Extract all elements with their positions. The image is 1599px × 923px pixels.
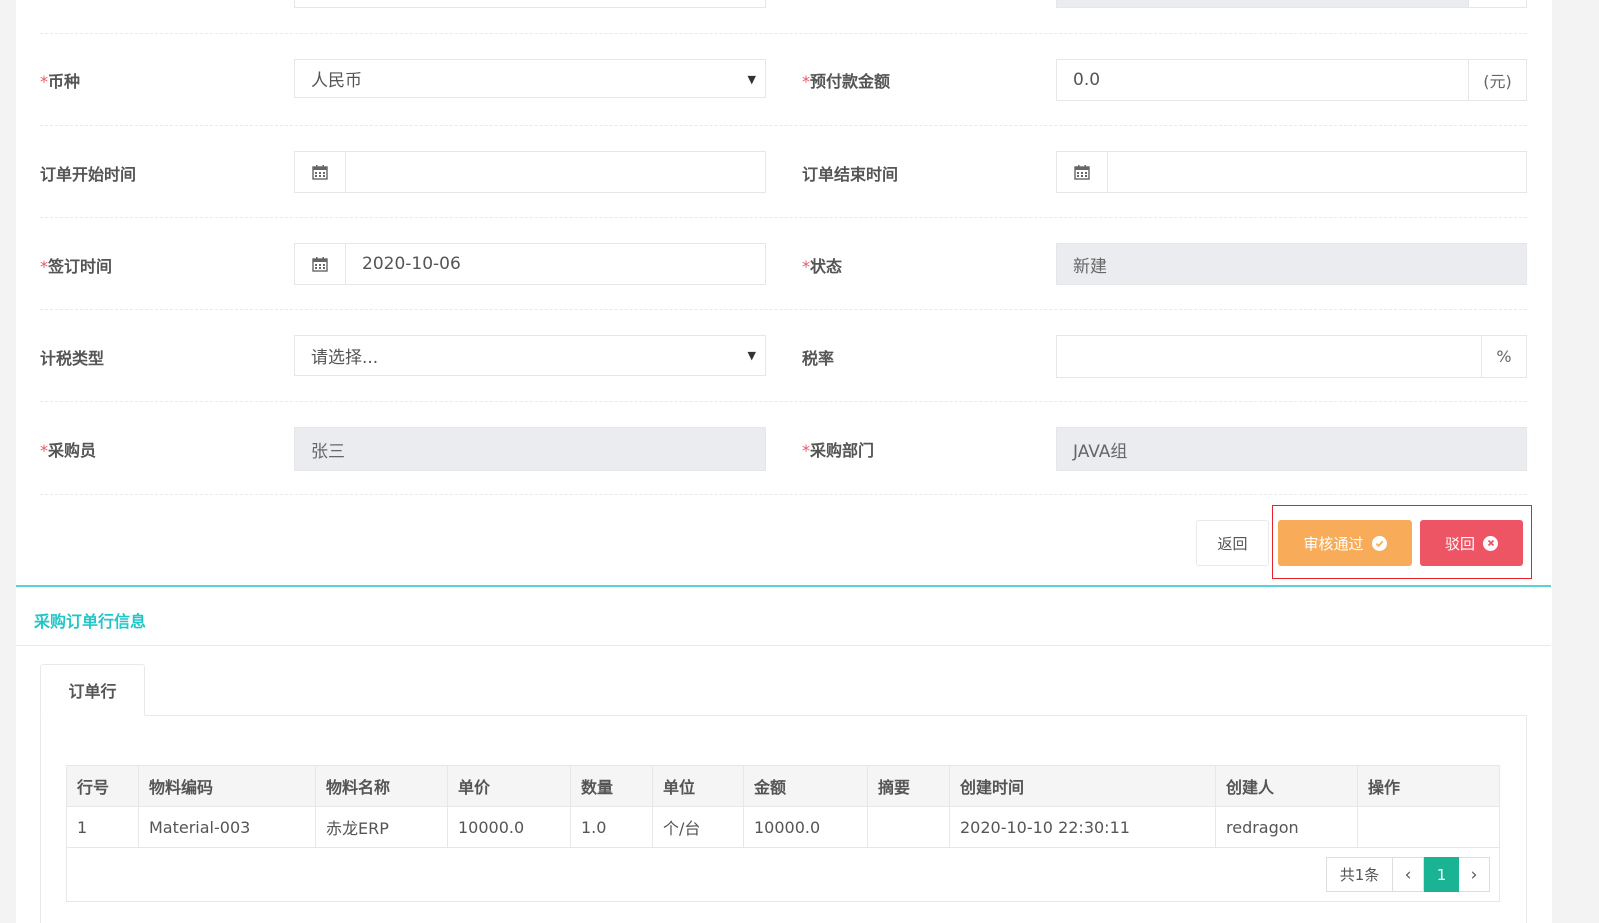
currency-label: *币种 [40, 72, 81, 91]
caret-down-icon: ▼ [747, 73, 756, 86]
table-cell: redragon [1215, 806, 1358, 848]
reject-button[interactable]: 驳回 [1420, 520, 1523, 566]
back-label: 返回 [1217, 534, 1248, 553]
prepay-label: *预付款金额 [802, 72, 891, 91]
start-time-label: 订单开始时间 [40, 165, 137, 184]
col-header[interactable]: 创建人 [1215, 765, 1358, 807]
sign-date-value: 2020-10-06 [362, 254, 461, 274]
sign-date-label: *签订时间 [40, 257, 113, 276]
pagination-next-button[interactable]: › [1459, 857, 1490, 892]
currency-select[interactable]: 人民币 ▼ [294, 59, 766, 98]
table-cell: 个/台 [652, 806, 744, 848]
tax-rate-input[interactable] [1056, 335, 1482, 378]
approve-label: 审核通过 [1303, 534, 1364, 553]
start-time-input[interactable] [345, 151, 766, 193]
col-header[interactable]: 行号 [66, 765, 139, 807]
col-header[interactable]: 金额 [743, 765, 868, 807]
sign-calendar-addon[interactable] [294, 243, 346, 285]
order-lines-table: 行号 物料编码 物料名称 单价 数量 单位 金额 摘要 创建时间 创建人 操作 … [66, 765, 1500, 848]
col-header[interactable]: 单位 [652, 765, 744, 807]
reject-label: 驳回 [1444, 534, 1475, 553]
col-header[interactable]: 摘要 [867, 765, 950, 807]
tax-type-label: 计税类型 [40, 349, 105, 368]
times-circle-icon [1483, 535, 1498, 551]
check-circle-icon [1371, 535, 1387, 551]
table-cell: 10000.0 [743, 806, 868, 848]
partial-addon-right [1468, 0, 1527, 8]
tax-rate-unit: % [1496, 347, 1512, 366]
pagination-page-1[interactable]: 1 [1424, 857, 1459, 892]
col-header[interactable]: 单价 [447, 765, 571, 807]
prepay-value: 0.0 [1073, 70, 1101, 90]
table-cell: 10000.0 [447, 806, 571, 848]
tax-rate-unit-addon: % [1481, 335, 1527, 378]
back-button[interactable]: 返回 [1196, 520, 1269, 566]
status-field: 新建 [1056, 243, 1527, 285]
end-time-input[interactable] [1107, 151, 1527, 193]
table-cell [1357, 806, 1500, 848]
table-cell: Material-003 [138, 806, 316, 848]
calendar-icon [1074, 164, 1090, 180]
section-title: 采购订单行信息 [34, 612, 147, 631]
caret-down-icon: ▼ [747, 349, 756, 362]
pagination-prev-button[interactable]: ‹ [1393, 857, 1424, 892]
col-header[interactable]: 物料名称 [315, 765, 448, 807]
pagination-total: 共1条 [1326, 857, 1393, 892]
partial-field-right[interactable] [1056, 0, 1469, 8]
table-cell: 2020-10-10 22:30:11 [949, 806, 1216, 848]
tax-type-value: 请选择... [311, 348, 379, 368]
prepay-unit-addon: (元) [1468, 59, 1527, 101]
row-divider [40, 309, 1527, 310]
tab-order-lines[interactable]: 订单行 [40, 664, 145, 716]
row-divider [40, 217, 1527, 218]
table-cell [867, 806, 950, 848]
start-calendar-addon[interactable] [294, 151, 346, 193]
tax-rate-label: 税率 [802, 349, 835, 368]
table-header-row: 行号 物料编码 物料名称 单价 数量 单位 金额 摘要 创建时间 创建人 操作 [66, 765, 1500, 807]
end-time-label: 订单结束时间 [802, 165, 899, 184]
end-calendar-addon[interactable] [1056, 151, 1108, 193]
dept-field: JAVA组 [1056, 427, 1527, 471]
table-cell: 1 [66, 806, 139, 848]
calendar-icon [312, 256, 328, 272]
status-value: 新建 [1073, 256, 1107, 277]
col-header[interactable]: 操作 [1357, 765, 1500, 807]
table-row[interactable]: 1 Material-003 赤龙ERP 10000.0 1.0 个/台 100… [66, 806, 1500, 848]
tax-type-select[interactable]: 请选择... ▼ [294, 335, 766, 376]
prepay-input[interactable]: 0.0 [1056, 59, 1469, 101]
buyer-field: 张三 [294, 427, 766, 471]
section-header-divider [16, 645, 1551, 646]
buyer-value: 张三 [311, 441, 345, 462]
table-cell: 1.0 [570, 806, 653, 848]
partial-field-left[interactable] [294, 0, 766, 8]
dept-label: *采购部门 [802, 441, 875, 460]
row-divider [40, 33, 1527, 34]
status-label: *状态 [802, 257, 843, 276]
col-header[interactable]: 物料编码 [138, 765, 316, 807]
sign-date-input[interactable]: 2020-10-06 [345, 243, 766, 285]
approve-button[interactable]: 审核通过 [1278, 520, 1412, 566]
table-cell: 赤龙ERP [315, 806, 448, 848]
col-header[interactable]: 数量 [570, 765, 653, 807]
dept-value: JAVA组 [1073, 441, 1128, 462]
row-divider [40, 401, 1527, 402]
col-header[interactable]: 创建时间 [949, 765, 1216, 807]
tab-label: 订单行 [68, 682, 117, 701]
row-divider [40, 494, 1527, 495]
row-divider [40, 125, 1527, 126]
pagination: 共1条 ‹ 1 › [1326, 857, 1490, 892]
section-top-border [16, 585, 1551, 587]
buyer-label: *采购员 [40, 441, 97, 460]
currency-value: 人民币 [311, 71, 362, 91]
prepay-unit: (元) [1483, 72, 1512, 91]
calendar-icon [312, 164, 328, 180]
